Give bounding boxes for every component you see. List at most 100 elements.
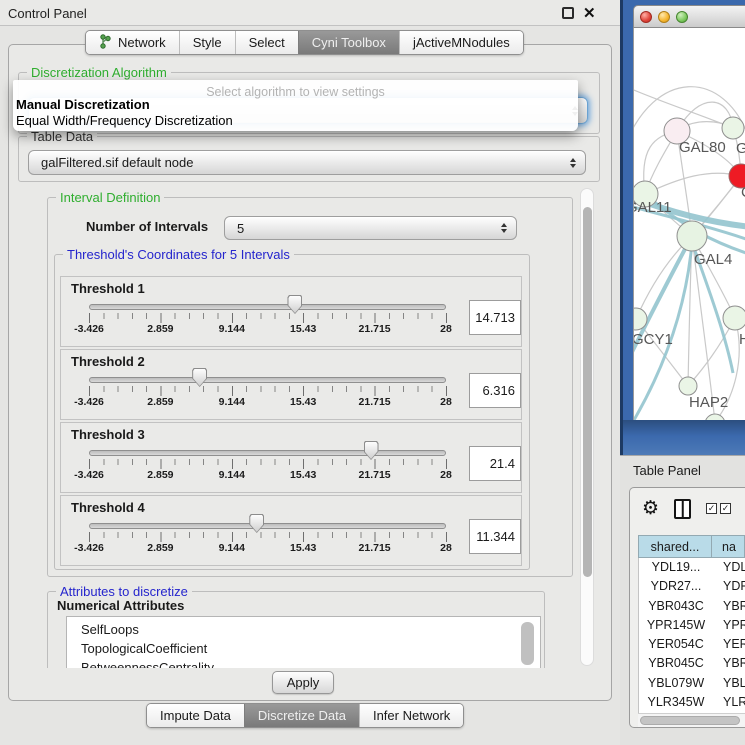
table-header-row: shared... na (638, 535, 745, 558)
zoom-traffic-light[interactable] (676, 11, 688, 23)
attribute-item[interactable]: TopologicalCoefficient (67, 639, 540, 658)
gear-icon[interactable]: ⚙ (642, 498, 659, 518)
table-cell[interactable]: YDR27... (639, 577, 713, 596)
threshold-3-value-field[interactable]: 21.4 (469, 446, 521, 481)
attribute-item[interactable]: BetweennessCentrality (67, 658, 540, 668)
table-cell[interactable]: YBL079W (639, 674, 713, 693)
table-row[interactable]: YBR045CYBR0... (639, 654, 745, 673)
column-header-shared-name[interactable]: shared... (638, 535, 712, 558)
minimize-traffic-light[interactable] (658, 11, 670, 23)
table-row[interactable]: YER054CYER0... (639, 635, 745, 654)
split-columns-icon[interactable] (674, 499, 691, 519)
numerical-attributes-label: Numerical Attributes (57, 598, 184, 613)
algorithm-dropdown-popup: Select algorithm to view settings Manual… (13, 80, 578, 131)
threshold-2-value-field[interactable]: 6.316 (469, 373, 521, 408)
table-cell[interactable]: YDR2... (713, 577, 745, 596)
number-of-intervals-combobox[interactable]: 5 (224, 216, 517, 240)
table-cell[interactable]: YPR1... (713, 616, 745, 635)
tick-label: 15.43 (290, 469, 316, 481)
table-cell[interactable]: YBR045C (639, 654, 713, 673)
tab-infer-network-label: Infer Network (373, 708, 450, 723)
table-row[interactable]: YDL19...YDL1... (639, 558, 745, 577)
numerical-attributes-list: SelfLoopsTopologicalCoefficientBetweenne… (66, 616, 541, 668)
threshold-4-box: Threshold 4 -3.4262.8599.14415.4321.7152… (60, 495, 522, 566)
tab-network[interactable]: Network (86, 31, 179, 54)
threshold-4-slider-thumb[interactable] (249, 514, 264, 533)
tab-jactivemnodules-label: jActiveMNodules (413, 35, 510, 50)
table-row[interactable]: YPR145WYPR1... (639, 616, 745, 635)
tick-label: 9.144 (219, 542, 245, 554)
popup-item-manual-discretization[interactable]: Manual Discretization (16, 97, 150, 112)
threshold-3-slider-thumb[interactable] (364, 441, 379, 460)
cyni-mode-tabs: Impute Data Discretize Data Infer Networ… (146, 703, 464, 728)
tab-impute-data[interactable]: Impute Data (147, 704, 244, 727)
tick-label: -3.426 (74, 396, 104, 408)
settings-scrollbar-thumb[interactable] (583, 207, 592, 577)
network-node-label: GAL80 (679, 139, 726, 156)
tab-style[interactable]: Style (179, 31, 235, 54)
tab-infer-network[interactable]: Infer Network (359, 704, 463, 727)
table-cell[interactable]: YER0... (713, 635, 745, 654)
tick-label: 15.43 (290, 396, 316, 408)
attribute-item[interactable]: SelfLoops (67, 620, 540, 639)
checkbox-icon-1[interactable]: ✓ (706, 503, 717, 514)
table-row[interactable]: YBR043CYBR0... (639, 597, 745, 616)
table-cell[interactable]: YBR0... (713, 654, 745, 673)
network-node[interactable] (679, 377, 697, 395)
network-node[interactable] (677, 221, 707, 251)
table-cell[interactable]: YPR145W (639, 616, 713, 635)
algorithm-group-title: Discretization Algorithm (27, 65, 171, 80)
threshold-1-value-field[interactable]: 14.713 (469, 300, 521, 335)
table-cell[interactable]: YBR0... (713, 597, 745, 616)
network-node[interactable] (722, 117, 744, 139)
threshold-2-slider-thumb[interactable] (192, 368, 207, 387)
column-header-name[interactable]: na (712, 535, 745, 558)
network-node-label: H (739, 331, 745, 348)
network-node[interactable] (723, 306, 745, 330)
table-cell[interactable]: YDL1... (713, 558, 745, 577)
table-cell[interactable]: YLR3... (713, 693, 745, 712)
table-row[interactable]: YBL079WYBL0... (639, 674, 745, 693)
threshold-4-slider-track[interactable] (89, 523, 446, 529)
table-cell[interactable]: YDL19... (639, 558, 713, 577)
interval-group-title: Interval Definition (56, 190, 164, 205)
table-row[interactable]: YLR345WYLR3... (639, 693, 745, 712)
table-data-group-title: Table Data (27, 129, 97, 144)
settings-scrollbar-track[interactable] (580, 188, 594, 666)
tab-cyni-toolbox[interactable]: Cyni Toolbox (298, 31, 399, 54)
threshold-3-slider-track[interactable] (89, 450, 446, 456)
table-data-combobox[interactable]: galFiltered.sif default node (28, 150, 586, 175)
table-panel-window: ⚙ ✓ ✓ shared... na YDL19...YDL1...YDR27.… (629, 487, 745, 728)
attributes-list-scrollbar[interactable] (521, 622, 534, 665)
popup-item-equal-width[interactable]: Equal Width/Frequency Discretization (16, 113, 233, 128)
threshold-1-slider-track[interactable] (89, 304, 446, 310)
tick-label: 21.715 (359, 469, 391, 481)
table-cell[interactable]: YER054C (639, 635, 713, 654)
network-canvas[interactable]: GAL80GACGAL11GAL4GCY1HHAP2 (633, 28, 745, 420)
tick-label-row: -3.4262.8599.14415.4321.71528 (89, 469, 447, 482)
table-hscrollbar-thumb[interactable] (640, 716, 740, 725)
threshold-3-box: Threshold 3 -3.4262.8599.14415.4321.7152… (60, 422, 522, 493)
threshold-2-slider-track[interactable] (89, 377, 446, 383)
threshold-1-label: Threshold 1 (71, 281, 145, 296)
table-cell[interactable]: YBL0... (713, 674, 745, 693)
table-body: YDL19...YDL1...YDR27...YDR2...YBR043CYBR… (638, 558, 745, 713)
checkbox-icon-2[interactable]: ✓ (720, 503, 731, 514)
close-traffic-light[interactable] (640, 11, 652, 23)
table-cell[interactable]: YBR043C (639, 597, 713, 616)
tab-select[interactable]: Select (235, 31, 298, 54)
close-icon[interactable]: ✕ (583, 4, 596, 22)
apply-button[interactable]: Apply (272, 671, 334, 694)
network-node[interactable] (705, 414, 725, 420)
table-hscrollbar-track[interactable] (638, 713, 745, 727)
tab-discretize-data[interactable]: Discretize Data (244, 704, 359, 727)
float-window-icon[interactable] (562, 7, 574, 19)
tick-label: 28 (440, 542, 452, 554)
tab-jactivemnodules[interactable]: jActiveMNodules (399, 31, 523, 54)
threshold-4-value-field[interactable]: 11.344 (469, 519, 521, 554)
table-cell[interactable]: YLR345W (639, 693, 713, 712)
table-row[interactable]: YDR27...YDR2... (639, 577, 745, 596)
tick-label: 2.859 (147, 323, 173, 335)
tick-label-row: -3.4262.8599.14415.4321.71528 (89, 396, 447, 409)
threshold-1-slider-thumb[interactable] (287, 295, 302, 314)
